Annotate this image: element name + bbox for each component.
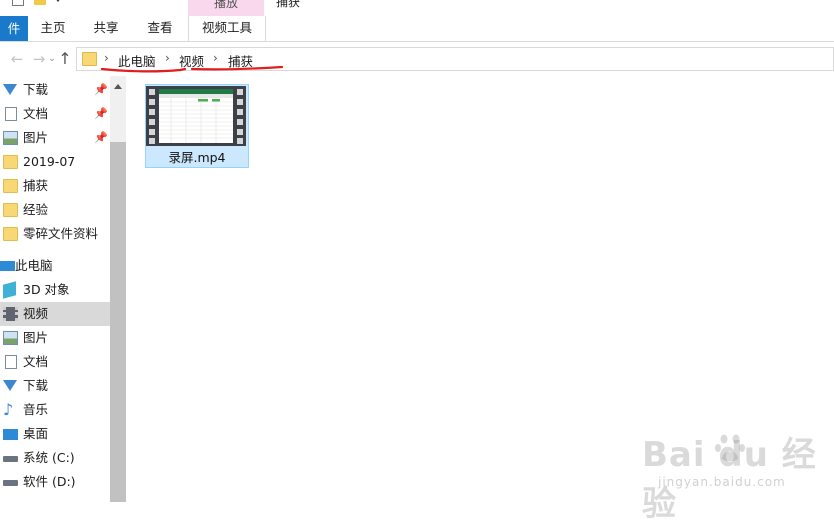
folder-icon	[3, 203, 18, 217]
pin-icon[interactable]: 📌	[94, 102, 108, 126]
sidebar-item-label: 捕获	[23, 178, 49, 193]
sidebar-item-label: 文档	[23, 354, 49, 369]
drive-icon	[3, 480, 18, 486]
sidebar-item[interactable]: 软件 (D:)	[0, 470, 110, 494]
document-icon	[5, 107, 17, 121]
new-folder-icon[interactable]	[34, 0, 46, 5]
sidebar-item-label: 软件 (D:)	[23, 474, 76, 489]
sidebar-item-label: 视频	[23, 306, 49, 321]
back-arrow-icon[interactable]: ←	[8, 49, 26, 69]
sidebar-item-label: 音乐	[23, 402, 49, 417]
folder-icon	[3, 155, 18, 169]
sidebar-item[interactable]: 文档 📌	[0, 102, 110, 126]
sidebar-item-label: 3D 对象	[23, 282, 70, 297]
contextual-group-label: 播放	[213, 0, 238, 10]
sidebar-item[interactable]: 下载	[0, 374, 110, 398]
music-icon: ♪	[3, 400, 14, 419]
sidebar-item[interactable]: ♪ 音乐	[0, 398, 110, 422]
sidebar-item-label: 下载	[23, 378, 49, 393]
folder-icon	[82, 52, 97, 66]
sidebar-item[interactable]: 捕获	[0, 174, 110, 198]
baidu-paw-logo-icon	[715, 434, 745, 462]
sidebar-item-label: 2019-07	[23, 154, 76, 169]
ribbon-tab-bar: 播放 捕获 件 主页 共享 查看 视频工具	[0, 0, 834, 42]
window-title: 捕获	[276, 0, 301, 9]
download-icon	[3, 380, 17, 391]
sidebar-item-label: 下载	[23, 82, 49, 97]
pin-icon[interactable]: 📌	[94, 78, 108, 102]
sidebar-item[interactable]: 下载 📌	[0, 78, 110, 102]
cube-3d-icon	[3, 281, 16, 299]
document-icon	[5, 355, 17, 369]
tab-home[interactable]: 主页	[36, 16, 70, 42]
pin-icon[interactable]: 📌	[94, 126, 108, 150]
sidebar-item[interactable]: 此电脑	[0, 254, 110, 278]
sidebar-item[interactable]: 图片 📌	[0, 126, 110, 150]
sidebar-item[interactable]: 图片	[0, 326, 110, 350]
video-icon	[3, 307, 18, 321]
sidebar-item-label: 零碎文件资料	[23, 226, 99, 241]
sidebar-item-label: 桌面	[23, 426, 49, 441]
tab-file[interactable]: 件	[0, 16, 28, 42]
drive-icon	[3, 456, 18, 462]
sidebar-item[interactable]: 系统 (C:)	[0, 446, 110, 470]
tab-share[interactable]: 共享	[88, 16, 124, 42]
computer-icon	[0, 261, 15, 271]
download-icon	[3, 84, 17, 95]
scroll-up-arrow-icon[interactable]	[114, 84, 122, 89]
sidebar-item-label: 文档	[23, 106, 49, 121]
sidebar-item-label: 经验	[23, 202, 49, 217]
properties-icon[interactable]	[12, 0, 24, 6]
sidebar-item[interactable]: 3D 对象	[0, 278, 110, 302]
sidebar-item-label: 此电脑	[15, 258, 53, 273]
sidebar-item[interactable]: 2019-07	[0, 150, 110, 174]
sidebar-item[interactable]: 视频	[0, 302, 110, 326]
sidebar-scrollbar-thumb[interactable]	[110, 142, 126, 502]
watermark-url-text: jingyan.baidu.com	[658, 475, 786, 489]
tab-view[interactable]: 查看	[142, 16, 178, 42]
tab-video-tools[interactable]: 视频工具	[188, 16, 266, 41]
sidebar-item-label: 系统 (C:)	[23, 450, 75, 465]
sidebar-item-label: 图片	[23, 130, 49, 145]
red-annotation-underline	[100, 65, 284, 73]
sidebar-item[interactable]: 文档	[0, 350, 110, 374]
navigation-pane: 下载 📌 文档 📌 图片 📌 2019-07 捕获 经验 零碎文件资料 此电脑 3D 对象 视频 图片 文档…	[0, 76, 126, 502]
folder-icon	[3, 179, 18, 193]
up-arrow-icon[interactable]: ↑	[56, 49, 74, 69]
baidu-jingyan-watermark: Bai du 经验 jingyan.baidu.com	[640, 425, 830, 524]
sidebar-item-label: 图片	[23, 330, 49, 345]
video-file-icon[interactable]	[146, 86, 246, 146]
sidebar-item[interactable]: 零碎文件资料	[0, 222, 110, 246]
file-name-label[interactable]: 录屏.mp4	[145, 147, 249, 166]
customize-toolbar-chevron-icon[interactable]	[55, 0, 61, 2]
folder-icon	[3, 227, 18, 241]
desktop-icon	[3, 429, 18, 440]
sidebar-item[interactable]: 经验	[0, 198, 110, 222]
picture-icon	[3, 131, 18, 145]
sidebar-item[interactable]: 桌面	[0, 422, 110, 446]
picture-icon	[3, 331, 18, 345]
